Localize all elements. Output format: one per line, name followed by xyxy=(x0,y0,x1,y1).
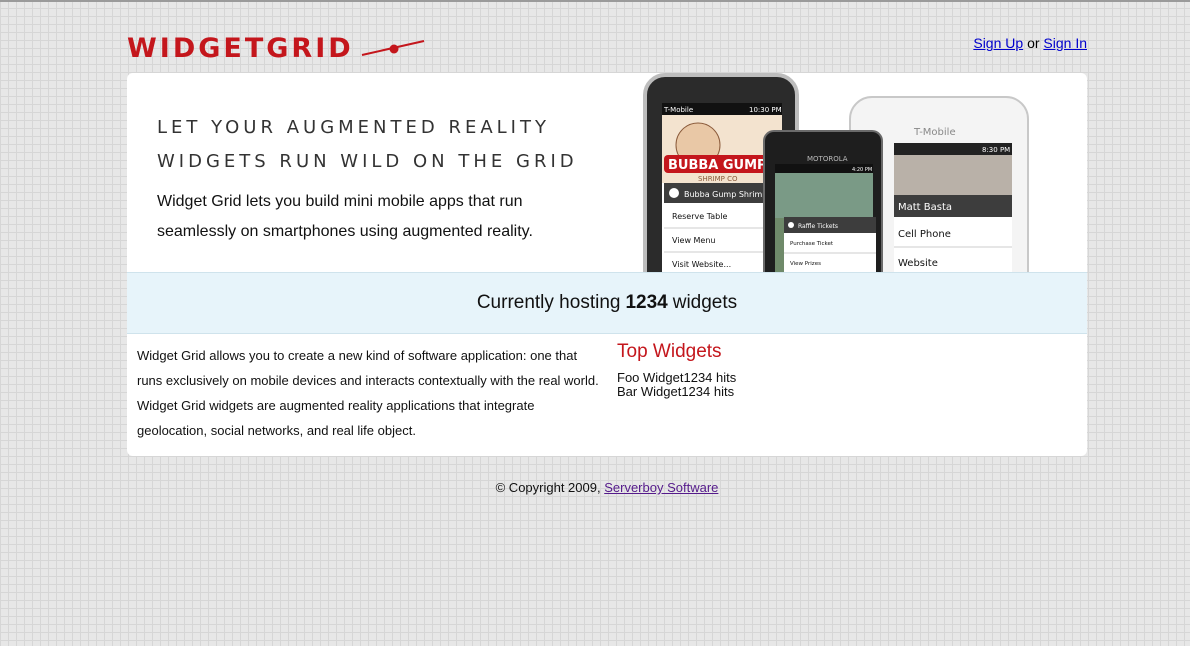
phone3-carrier: T-Mobile xyxy=(913,127,956,138)
hero: Let your augmented reality widgets run w… xyxy=(127,73,1087,272)
phone2-menu-title: Raffle Tickets xyxy=(798,223,838,230)
phone1-banner-sub: SHRIMP CO xyxy=(698,175,738,183)
hero-intro: Widget Grid lets you build mini mobile a… xyxy=(157,193,533,240)
phone1-item-3: Visit Website... xyxy=(672,260,731,269)
logo-mark-icon xyxy=(361,40,424,56)
sign-up-link[interactable]: Sign Up xyxy=(973,35,1023,51)
widget-name: Bar Widget xyxy=(617,384,682,399)
auth-links: Sign Up or Sign In xyxy=(973,35,1087,51)
phone2-item-1: Purchase Ticket xyxy=(790,241,834,247)
headline-line-2: widgets run wild on the grid xyxy=(157,151,578,172)
about-text: Widget Grid allows you to create a new k… xyxy=(137,348,599,438)
logo-text: WIDGETGRID xyxy=(127,32,354,64)
sign-in-link[interactable]: Sign In xyxy=(1043,35,1087,51)
phone2-brand: MOTOROLA xyxy=(807,155,848,163)
phone1-banner: BUBBA GUMP xyxy=(668,158,767,173)
phone1-time: 10:30 PM xyxy=(749,106,782,114)
widget-name: Foo Widget xyxy=(617,370,684,385)
phone3-item-2: Website xyxy=(898,258,938,269)
phone3-menu-title: Matt Basta xyxy=(898,202,952,213)
list-item: Bar Widget1234 hits xyxy=(617,385,736,399)
auth-separator: or xyxy=(1027,35,1040,51)
phone1-item-1: Reserve Table xyxy=(672,212,727,221)
top-widgets-title: Top Widgets xyxy=(617,341,722,362)
widget-hits: 1234 hits xyxy=(681,384,735,399)
company-link[interactable]: Serverboy Software xyxy=(604,480,718,495)
widget-hits: 1234 hits xyxy=(683,370,737,385)
hosting-prefix: Currently hosting xyxy=(476,292,621,313)
phone-motorola: MOTOROLA 4:20 PM Raffle Tickets Purchase… xyxy=(763,130,883,272)
main-card: Let your augmented reality widgets run w… xyxy=(127,73,1087,456)
logo[interactable]: WIDGETGRID xyxy=(127,30,426,66)
phones-illustration: T-Mobile 8:30 PM Matt Basta Cell Phone W… xyxy=(643,73,1029,272)
phone1-menu-title: Bubba Gump Shrimp xyxy=(684,190,767,199)
phone1-carrier: T-Mobile xyxy=(663,106,693,114)
footer: © Copyright 2009, Serverboy Software xyxy=(0,480,1190,495)
hero-headline: Let your augmented reality widgets run w… xyxy=(157,111,627,179)
phone2-time: 4:20 PM xyxy=(852,167,872,173)
phone3-time: 8:30 PM xyxy=(982,146,1010,154)
top-widgets: Top Widgets Foo Widget1234 hits Bar Widg… xyxy=(617,341,736,399)
list-item: Foo Widget1234 hits xyxy=(617,371,736,385)
hosting-banner: Currently hosting 1234 widgets xyxy=(127,272,1087,334)
phone2-item-2: View Prizes xyxy=(790,261,821,267)
phone3-item-1: Cell Phone xyxy=(898,229,951,240)
widget-count: 1234 xyxy=(625,292,668,313)
headline-line-1: Let your augmented reality xyxy=(157,117,550,138)
phone1-item-2: View Menu xyxy=(672,236,716,245)
hosting-suffix: widgets xyxy=(672,292,738,313)
copyright-text: © Copyright 2009, xyxy=(495,480,601,495)
